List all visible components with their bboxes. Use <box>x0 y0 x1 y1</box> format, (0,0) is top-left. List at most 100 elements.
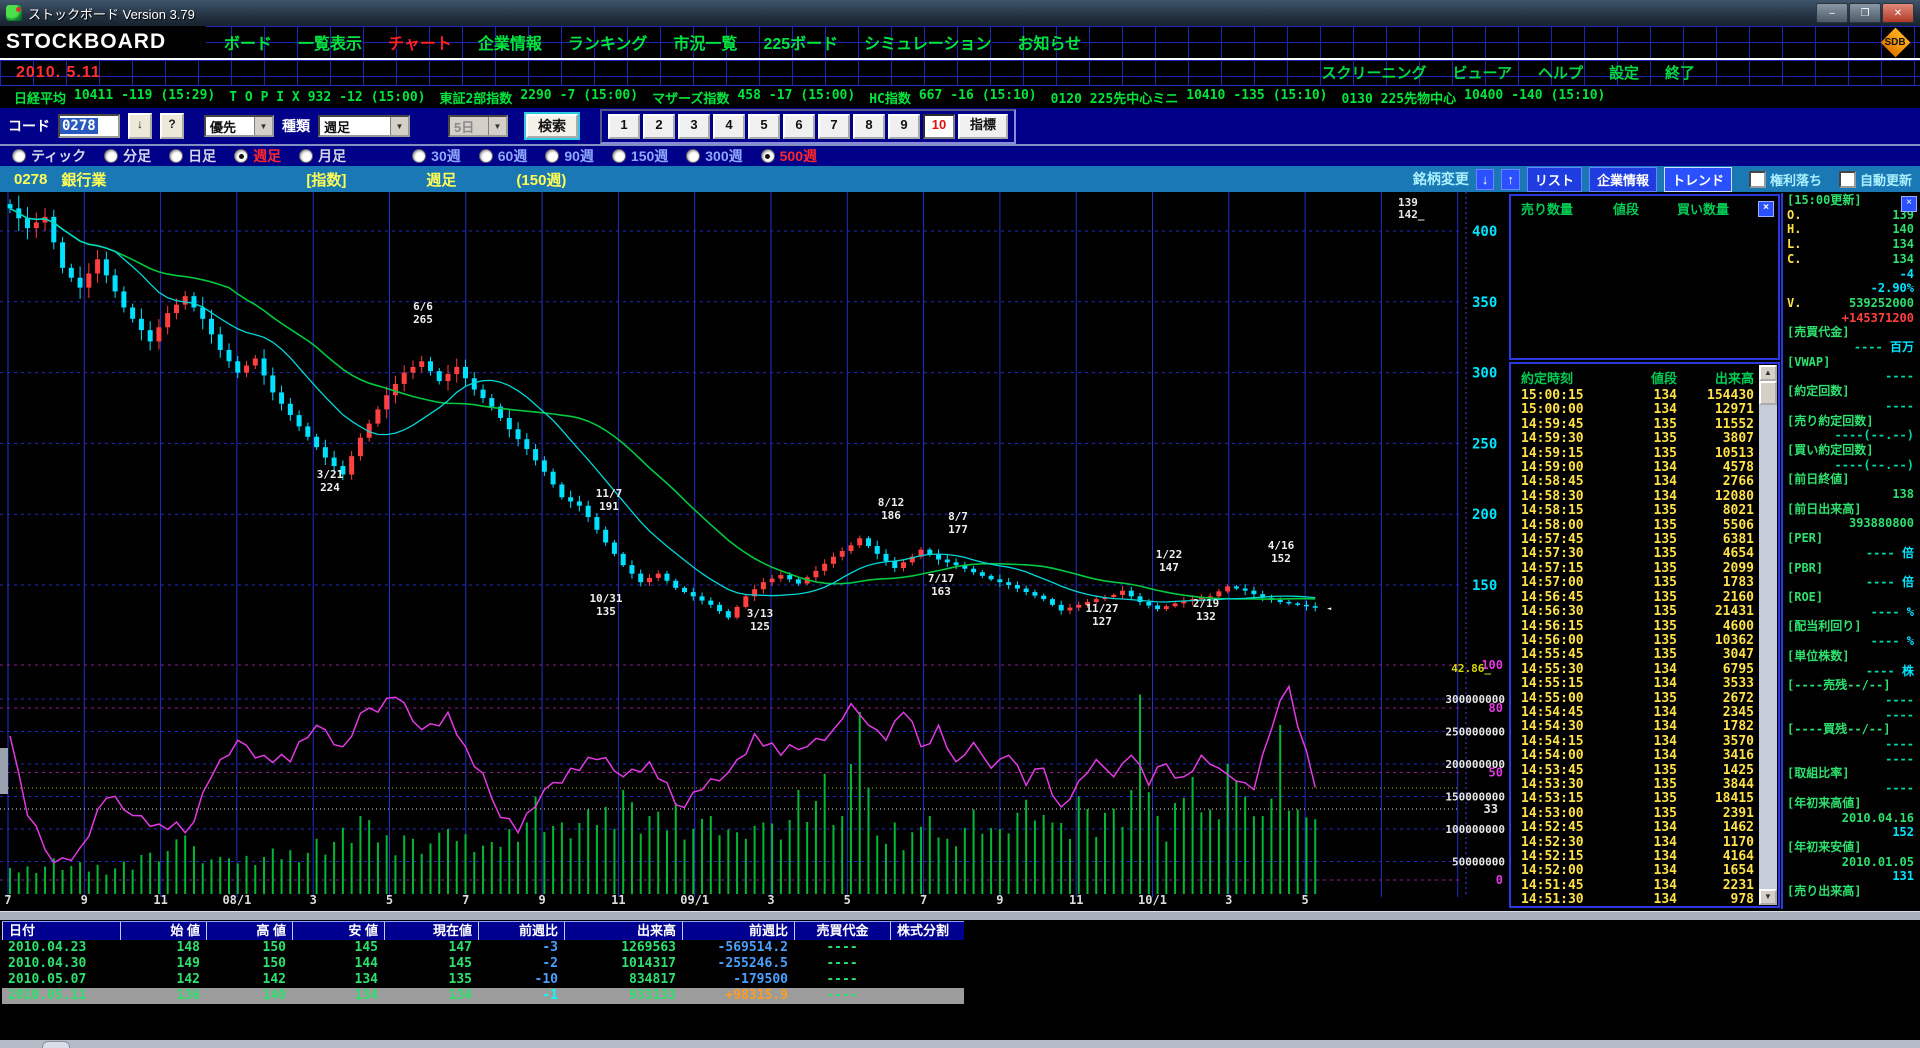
page-button-2[interactable]: 2 <box>643 114 675 139</box>
info-line: ---- <box>1783 752 1920 767</box>
info-line: [----売残--/--] <box>1783 678 1920 693</box>
tape-scrollbar[interactable]: ▲ ▼ <box>1759 365 1777 905</box>
period-option-300週[interactable]: 300週 <box>686 146 742 166</box>
page-button-9[interactable]: 9 <box>888 114 920 139</box>
table-row[interactable]: 2010.04.30149150144145-21014317-255246.5… <box>2 956 964 972</box>
date-row: 2010. 5.11 スクリーニングビューアヘルプ設定終了 <box>0 60 1920 86</box>
search-button[interactable]: 検索 <box>526 114 578 138</box>
page-button-3[interactable]: 3 <box>678 114 710 139</box>
symbol-down-button[interactable]: ↓ <box>1476 169 1495 190</box>
period-option-分足[interactable]: 分足 <box>104 146 151 166</box>
close-button[interactable]: ✕ <box>1882 3 1914 23</box>
menu-item-市況一覧[interactable]: 市況一覧 <box>673 30 737 54</box>
menu-item-225ボード[interactable]: 225ボード <box>763 30 838 54</box>
menu-item-ランキング[interactable]: ランキング <box>568 30 648 54</box>
page-button-4[interactable]: 4 <box>713 114 745 139</box>
symbol-up-button[interactable]: ↑ <box>1501 169 1520 190</box>
svg-text:3/21: 3/21 <box>317 468 344 481</box>
restore-button[interactable]: ❐ <box>1849 3 1881 23</box>
scroll-down-icon[interactable]: ▼ <box>1759 889 1777 905</box>
window-title: ストックボード Version 3.79 <box>28 4 195 23</box>
period-option-500週[interactable]: 500週 <box>761 146 817 166</box>
svg-text:191: 191 <box>599 500 619 513</box>
info-line: ---- 株 <box>1783 664 1920 679</box>
checkbox-icon <box>1749 171 1766 188</box>
scrollbar-thumb[interactable] <box>1759 381 1777 405</box>
scroll-up-icon[interactable]: ▲ <box>1759 365 1777 381</box>
menu-item-シミュレーション[interactable]: シミュレーション <box>864 30 991 54</box>
menu-item-チャート[interactable]: チャート <box>388 30 452 54</box>
info-line: ---- <box>1783 369 1920 384</box>
utility-link-ビューア[interactable]: ビューア <box>1453 62 1512 83</box>
period-option-90週[interactable]: 90週 <box>545 146 594 166</box>
svg-text:11: 11 <box>153 893 167 907</box>
svg-text:4/16: 4/16 <box>1268 539 1295 552</box>
tape-row: 14:55:301346795 <box>1511 663 1778 677</box>
period-option-月足[interactable]: 月足 <box>299 146 346 166</box>
code-input[interactable]: 0278 <box>58 114 120 138</box>
table-row[interactable]: 2010.04.23148150145147-31269563-569514.2… <box>2 940 964 956</box>
priority-dropdown[interactable]: 優先▼ <box>204 115 274 137</box>
svg-text:125: 125 <box>750 620 770 633</box>
page-button-10[interactable]: 10 <box>923 114 955 139</box>
tape-row: 14:56:0013510362 <box>1511 634 1778 648</box>
svg-text:200: 200 <box>1472 507 1497 523</box>
page-button-5[interactable]: 5 <box>748 114 780 139</box>
symbol-name: 銀行業 <box>61 169 106 190</box>
menu-item-ボード[interactable]: ボード <box>224 30 272 54</box>
minimize-button[interactable]: – <box>1816 3 1848 23</box>
info-line: [ROE] <box>1783 590 1920 605</box>
auto-update-checkbox[interactable]: 自動更新 <box>1839 170 1912 189</box>
utility-link-スクリーニング[interactable]: スクリーニング <box>1322 62 1427 83</box>
svg-text:50000000: 50000000 <box>1452 856 1505 869</box>
table-row[interactable]: 2010.05.11136140134134-1933133+98315.9--… <box>2 988 964 1004</box>
period-option-日足[interactable]: 日足 <box>169 146 216 166</box>
tape-row: 14:59:001344578 <box>1511 461 1778 475</box>
period-option-150週[interactable]: 150週 <box>612 146 668 166</box>
radio-icon <box>104 149 118 163</box>
utility-link-終了[interactable]: 終了 <box>1665 62 1695 83</box>
indicator-button[interactable]: 指標 <box>958 114 1008 139</box>
timeframe-dropdown[interactable]: 週足▼ <box>318 115 410 137</box>
code-spin-button[interactable]: ↓ <box>128 113 152 139</box>
depth-buy-header: 買い数量 <box>1677 199 1758 218</box>
page-button-1[interactable]: 1 <box>608 114 640 139</box>
svg-text:11/27: 11/27 <box>1085 602 1118 615</box>
corp-info-button[interactable]: 企業情報 <box>1589 167 1657 192</box>
page-button-7[interactable]: 7 <box>818 114 850 139</box>
close-icon[interactable]: × <box>1901 196 1917 212</box>
svg-text:300: 300 <box>1472 366 1497 382</box>
period-option-ティック[interactable]: ティック <box>12 146 86 166</box>
utility-link-設定[interactable]: 設定 <box>1609 62 1639 83</box>
svg-text:100000000: 100000000 <box>1445 823 1505 836</box>
chart-range: (150週) <box>516 169 566 190</box>
radio-icon <box>612 149 626 163</box>
svg-text:5: 5 <box>1301 893 1308 907</box>
menu-item-企業情報[interactable]: 企業情報 <box>478 30 542 54</box>
svg-text:250000000: 250000000 <box>1445 726 1505 739</box>
tape-row: 14:54:001343416 <box>1511 749 1778 763</box>
period-option-60週[interactable]: 60週 <box>479 146 528 166</box>
ex-rights-checkbox[interactable]: 権利落ち <box>1749 170 1822 189</box>
menu-item-一覧表示[interactable]: 一覧表示 <box>298 30 362 54</box>
info-line: -2.90% <box>1783 281 1920 296</box>
help-button[interactable]: ? <box>160 113 184 139</box>
page-button-6[interactable]: 6 <box>783 114 815 139</box>
list-button[interactable]: リスト <box>1527 167 1582 192</box>
trend-button[interactable]: トレンド <box>1664 167 1732 192</box>
main-menubar: STOCKBOARD ボード一覧表示チャート企業情報ランキング市況一覧225ボー… <box>0 26 1920 60</box>
menu-item-お知らせ[interactable]: お知らせ <box>1018 30 1082 54</box>
utility-link-ヘルプ[interactable]: ヘルプ <box>1538 62 1583 83</box>
svg-text:9: 9 <box>81 893 88 907</box>
close-icon[interactable]: × <box>1758 201 1774 217</box>
table-row[interactable]: 2010.05.07142142134135-10834817-179500--… <box>2 972 964 988</box>
period-option-週足[interactable]: 週足 <box>234 146 281 166</box>
page-button-8[interactable]: 8 <box>853 114 885 139</box>
svg-text:350: 350 <box>1472 295 1497 311</box>
info-line: [PER] <box>1783 531 1920 546</box>
day-dropdown: 5日▼ <box>448 115 508 137</box>
period-option-30週[interactable]: 30週 <box>412 146 461 166</box>
info-line: [年初来安値] <box>1783 840 1920 855</box>
page-button-panel: 12345678910指標 <box>600 109 1016 144</box>
ticker-item: 0120 225先中心ミニ10410-135(15:10) <box>1051 88 1328 107</box>
